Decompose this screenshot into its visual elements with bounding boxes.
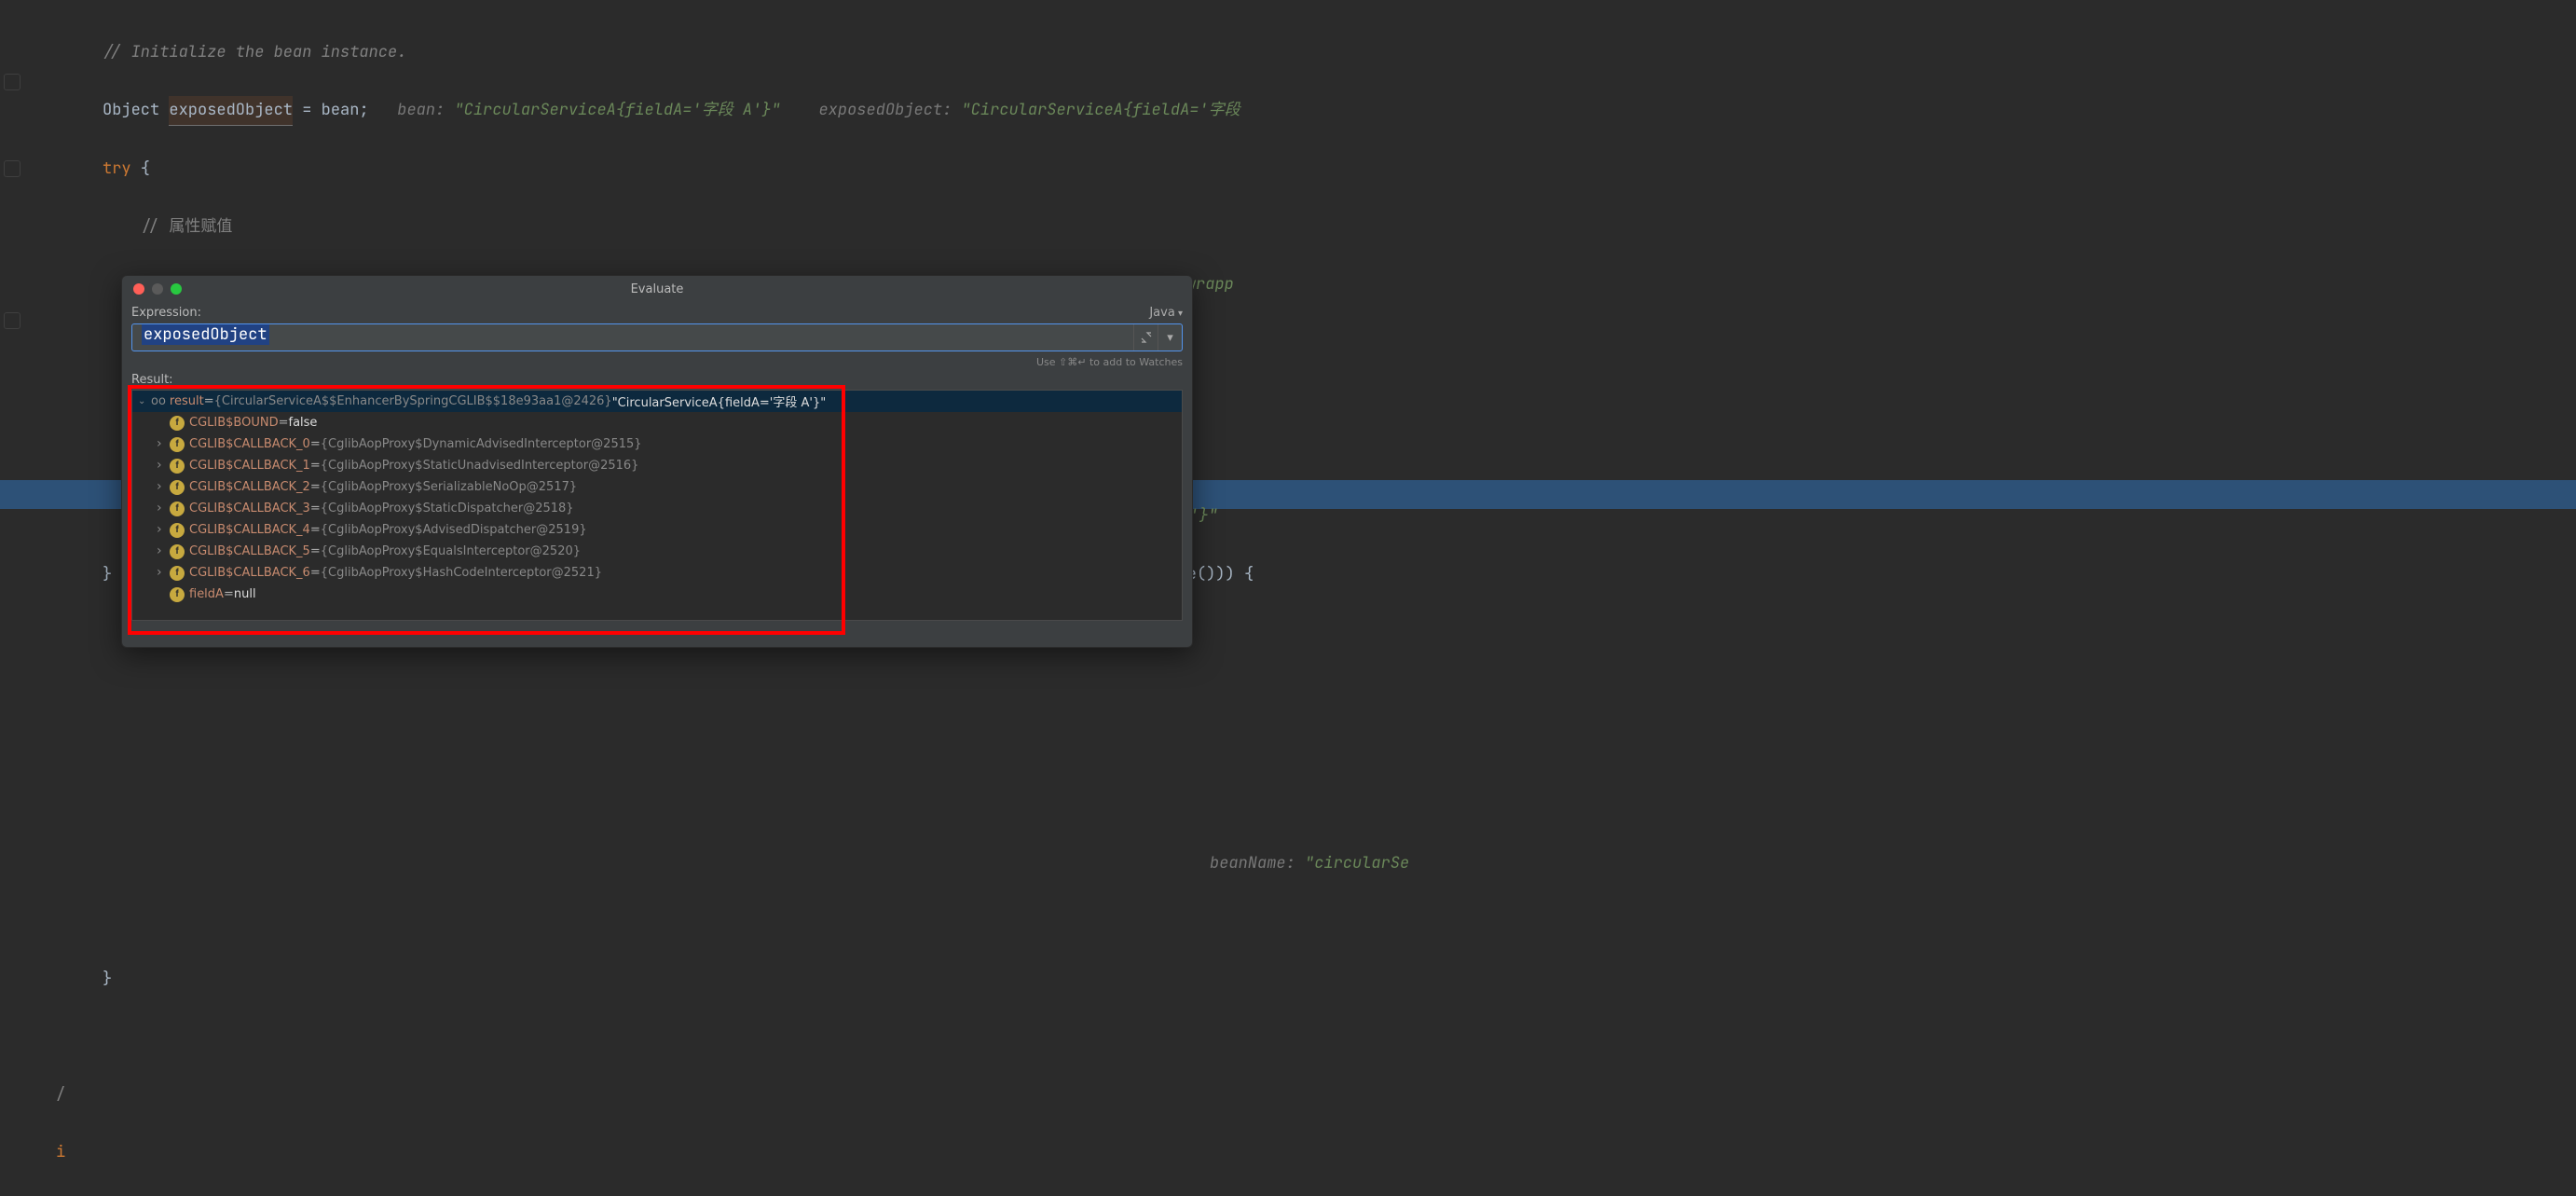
- history-dropdown-icon[interactable]: ▾: [1158, 324, 1182, 351]
- field-icon: f: [170, 459, 185, 474]
- expression-input[interactable]: exposedObject: [132, 324, 1133, 351]
- var-type: {CglibAopProxy$AdvisedDispatcher@2519}: [321, 523, 587, 537]
- var-name: CGLIB$CALLBACK_2: [189, 480, 310, 494]
- field-icon: f: [170, 480, 185, 495]
- field-icon: f: [170, 566, 185, 581]
- var-name: CGLIB$CALLBACK_3: [189, 502, 310, 516]
- var-value: false: [289, 416, 318, 430]
- result-label: Result:: [131, 373, 1183, 387]
- var-type: {CglibAopProxy$SerializableNoOp@2517}: [321, 480, 577, 494]
- result-row[interactable]: fCGLIB$CALLBACK_3 = {CglibAopProxy$Stati…: [132, 498, 1182, 519]
- field-icon: f: [170, 416, 185, 431]
- var-name: CGLIB$BOUND: [189, 416, 279, 430]
- result-row[interactable]: ooresult = {CircularServiceA$$EnhancerBy…: [132, 391, 1182, 412]
- result-row[interactable]: ffieldA = null: [132, 584, 1182, 605]
- var-type: {CircularServiceA$$EnhancerBySpringCGLIB…: [214, 394, 612, 408]
- evaluate-dialog: Evaluate Expression: Java exposedObject …: [121, 275, 1193, 648]
- field-icon: f: [170, 502, 185, 516]
- var-type: {CglibAopProxy$DynamicAdvisedInterceptor…: [321, 437, 642, 451]
- var-type: {CglibAopProxy$HashCodeInterceptor@2521}: [321, 566, 602, 580]
- field-icon: f: [170, 544, 185, 559]
- field-icon: f: [170, 523, 185, 538]
- result-panel[interactable]: ooresult = {CircularServiceA$$EnhancerBy…: [131, 390, 1183, 621]
- code-var: exposedObject: [169, 96, 293, 126]
- chevron-right-icon[interactable]: [157, 437, 170, 452]
- expression-label: Expression:: [131, 306, 201, 320]
- result-row[interactable]: fCGLIB$CALLBACK_0 = {CglibAopProxy$Dynam…: [132, 433, 1182, 455]
- inline-hint: beanName: "circularSe: [1210, 853, 1409, 873]
- result-row[interactable]: fCGLIB$CALLBACK_5 = {CglibAopProxy$Equal…: [132, 541, 1182, 562]
- code-fragment: /: [28, 1080, 2576, 1109]
- var-type: {CglibAopProxy$EqualsInterceptor@2520}: [321, 544, 581, 558]
- code-comment: // 属性赋值: [141, 216, 233, 237]
- field-icon: f: [170, 587, 185, 602]
- expression-input-wrap: exposedObject ▾: [131, 323, 1183, 351]
- var-name: fieldA: [189, 587, 224, 601]
- code-brace: }: [103, 564, 112, 584]
- chevron-right-icon[interactable]: [157, 566, 170, 581]
- var-type: {CglibAopProxy$StaticDispatcher@2518}: [321, 502, 574, 516]
- var-name: CGLIB$CALLBACK_1: [189, 459, 310, 473]
- inline-hint: exposedObject: "CircularServiceA{fieldA=…: [818, 100, 1240, 120]
- dialog-title: Evaluate: [122, 282, 1192, 296]
- chevron-right-icon[interactable]: [157, 544, 170, 559]
- watches-hint: Use ⇧⌘↵ to add to Watches: [131, 356, 1183, 368]
- code-keyword: try: [103, 158, 131, 179]
- inline-hint: bean: "CircularServiceA{fieldA='字段 A'}": [397, 100, 780, 120]
- language-dropdown[interactable]: Java: [1149, 306, 1183, 320]
- var-value: "CircularServiceA{fieldA='字段 A'}": [612, 392, 827, 410]
- result-row[interactable]: fCGLIB$CALLBACK_6 = {CglibAopProxy$HashC…: [132, 562, 1182, 584]
- chevron-right-icon[interactable]: [157, 502, 170, 516]
- result-row[interactable]: fCGLIB$CALLBACK_1 = {CglibAopProxy$Stati…: [132, 455, 1182, 476]
- chevron-right-icon[interactable]: [157, 523, 170, 538]
- code-brace: }: [103, 969, 112, 989]
- var-value: null: [234, 587, 256, 601]
- var-name: result: [170, 394, 204, 408]
- chevron-right-icon[interactable]: [157, 480, 170, 495]
- code-type: Object: [103, 100, 159, 120]
- chevron-down-icon[interactable]: [138, 396, 151, 406]
- code-fragment: i: [56, 1142, 65, 1162]
- result-row[interactable]: fCGLIB$BOUND = false: [132, 412, 1182, 433]
- result-row[interactable]: fCGLIB$CALLBACK_4 = {CglibAopProxy$Advis…: [132, 519, 1182, 541]
- dialog-titlebar[interactable]: Evaluate: [122, 276, 1192, 302]
- result-row[interactable]: fCGLIB$CALLBACK_2 = {CglibAopProxy$Seria…: [132, 476, 1182, 498]
- field-icon: f: [170, 437, 185, 452]
- expand-icon[interactable]: [1133, 324, 1158, 351]
- var-name: CGLIB$CALLBACK_0: [189, 437, 310, 451]
- code-comment: // Initialize the bean instance.: [103, 42, 406, 62]
- chevron-right-icon[interactable]: [157, 459, 170, 474]
- var-name: CGLIB$CALLBACK_6: [189, 566, 310, 580]
- object-icon: oo: [151, 394, 166, 408]
- var-name: CGLIB$CALLBACK_4: [189, 523, 310, 537]
- var-type: {CglibAopProxy$StaticUnadvisedIntercepto…: [321, 459, 639, 473]
- var-name: CGLIB$CALLBACK_5: [189, 544, 310, 558]
